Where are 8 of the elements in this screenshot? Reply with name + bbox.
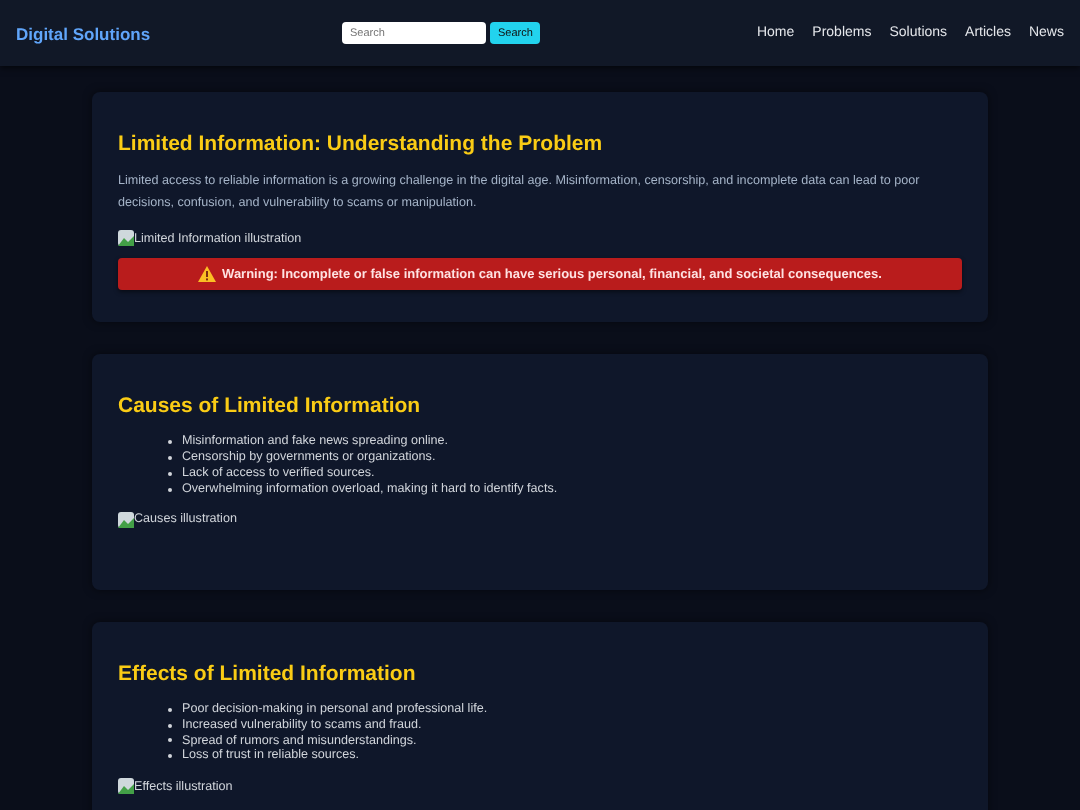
- broken-image-icon: [118, 511, 134, 528]
- site-logo[interactable]: Digital Solutions: [16, 23, 342, 43]
- section-title: Limited Information: Understanding the Problem: [118, 132, 605, 156]
- broken-image-icon: [118, 230, 134, 247]
- broken-image-icon: [118, 778, 134, 795]
- warning-icon: [198, 266, 217, 283]
- section-title: Causes of Limited Information: [118, 394, 423, 419]
- section-title: Effects of Limited Information: [118, 661, 418, 686]
